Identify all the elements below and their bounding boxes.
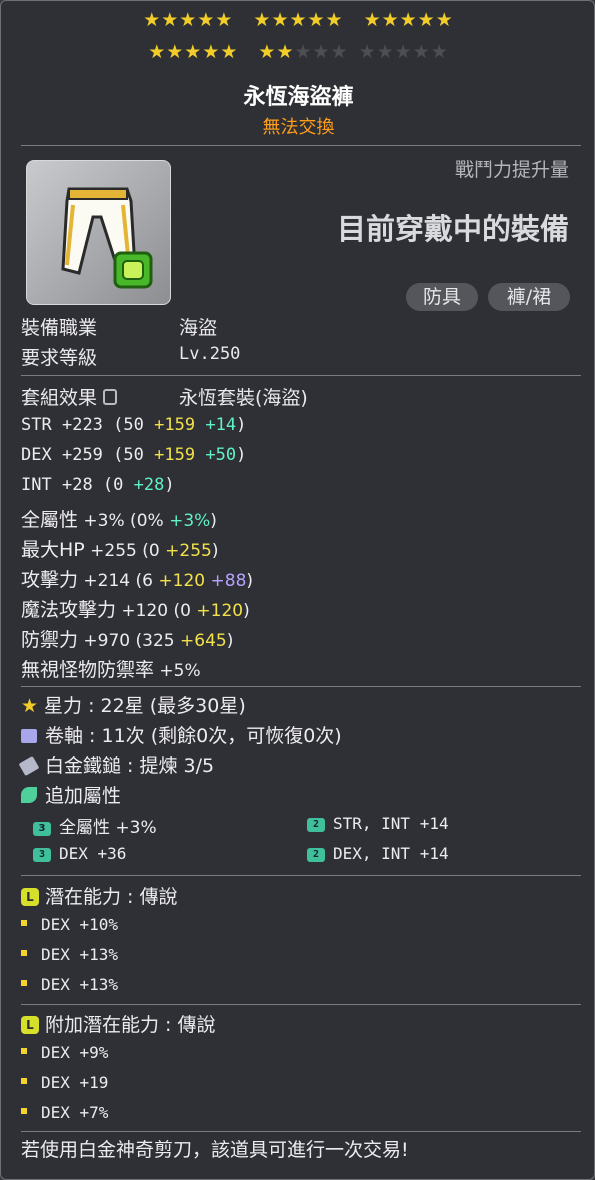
set-effect-value: 永恆套裝(海盜)	[179, 387, 308, 409]
trade-hint: 若使用白金神奇剪刀，該道具可進行一次交易!	[21, 1139, 409, 1161]
scroll-line: 卷軸 : 11次 (剩餘0次，可恢復0次)	[21, 721, 342, 748]
stat-line: STR +223 (50 +159 +14)	[21, 415, 247, 435]
star-off: ★★★	[294, 41, 349, 63]
additional-potential-line: DEX +7%	[21, 1103, 108, 1122]
level-value: Lv.250	[179, 344, 241, 364]
divider	[21, 145, 581, 146]
pants-icon	[61, 187, 153, 289]
star-icon: ★	[21, 695, 39, 717]
divider	[21, 1131, 581, 1132]
star-force-line: ★ 星力 : 22星 (最多30星)	[21, 695, 246, 717]
bullet	[21, 980, 27, 986]
stat-line: 最大HP +255 (0 +255)	[21, 539, 219, 561]
combat-power-label: 戰鬥力提升量	[454, 159, 569, 181]
bullet	[21, 950, 27, 956]
scroll-icon	[21, 729, 37, 743]
star-force-row-2: ★★★★★ ★★★★★ ★★★★★	[1, 41, 594, 63]
star-force-row-1: ★★★★★ ★★★★★ ★★★★★	[1, 9, 594, 31]
bonus-tier-badge: 2	[307, 848, 325, 862]
item-tooltip: ★★★★★ ★★★★★ ★★★★★ ★★★★★ ★★★★★ ★★★★★ 永恆海盜褲 無法…	[0, 0, 595, 1180]
bonus-tier-badge: 2	[307, 818, 325, 832]
bonus-stat: 3 全屬性 +3%	[33, 813, 157, 838]
potential-line: DEX +13%	[21, 945, 118, 964]
item-name: 永恆海盜褲	[243, 85, 354, 110]
bullet	[21, 920, 27, 926]
subcategory-tag: 褲/裙	[488, 283, 570, 311]
bonus-tier-badge: 3	[33, 848, 51, 862]
star-group: ★★★★★	[148, 41, 239, 63]
set-effect-label: 套組效果	[21, 383, 118, 410]
trade-status: 無法交換	[262, 117, 335, 138]
star-group-empty: ★★★★★	[358, 41, 449, 63]
level-label: 要求等級	[21, 347, 98, 369]
legendary-badge: L	[21, 1016, 39, 1034]
job-value: 海盜	[179, 317, 218, 339]
bonus-stat: 2 DEX, INT +14	[307, 844, 449, 863]
divider	[21, 375, 581, 376]
leaf-icon	[21, 787, 37, 803]
additional-potential-line: DEX +9%	[21, 1043, 108, 1062]
star-group: ★★★★★	[363, 9, 454, 31]
additional-potential-line: DEX +19	[21, 1073, 108, 1092]
divider	[21, 1004, 581, 1005]
bullet	[21, 1048, 27, 1054]
legendary-badge: L	[21, 888, 39, 906]
stat-line: 全屬性 +3% (0% +3%)	[21, 509, 217, 531]
star-group: ★★★★★	[258, 41, 348, 63]
hammer-icon	[18, 755, 40, 777]
star-group: ★★★★★	[253, 9, 344, 31]
stat-line: INT +28 (0 +28)	[21, 475, 175, 495]
potential-line: DEX +13%	[21, 975, 118, 994]
stat-line: 防禦力 +970 (325 +645)	[21, 629, 234, 651]
bonus-tier-badge: 3	[33, 822, 51, 836]
stat-line: 魔法攻擊力 +120 (0 +120)	[21, 599, 250, 621]
stat-line: 攻擊力 +214 (6 +120 +88)	[21, 569, 254, 591]
star-on: ★★	[258, 41, 295, 63]
potential-line: DEX +10%	[21, 915, 118, 934]
stat-line: 無視怪物防禦率 +5%	[21, 659, 201, 681]
item-icon-frame	[26, 160, 171, 305]
equipped-label: 目前穿戴中的裝備	[336, 212, 569, 246]
category-tag: 防具	[406, 283, 478, 311]
potential-header: L 潛在能力 : 傳說	[21, 882, 177, 909]
lock-icon	[103, 389, 118, 405]
additional-potential-header: L 附加潛在能力 : 傳說	[21, 1010, 215, 1037]
bullet	[21, 1078, 27, 1084]
stat-line: DEX +259 (50 +159 +50)	[21, 445, 247, 465]
job-label: 裝備職業	[21, 317, 98, 339]
divider	[21, 875, 581, 876]
bonus-stats-header: 追加屬性	[21, 781, 121, 808]
bullet	[21, 1108, 27, 1114]
hammer-line: 白金鐵鎚 : 提煉 3/5	[18, 751, 214, 778]
bonus-stat: 3 DEX +36	[33, 844, 126, 863]
star-group: ★★★★★	[143, 9, 234, 31]
bonus-stat: 2 STR, INT +14	[307, 814, 449, 833]
divider	[21, 686, 581, 687]
